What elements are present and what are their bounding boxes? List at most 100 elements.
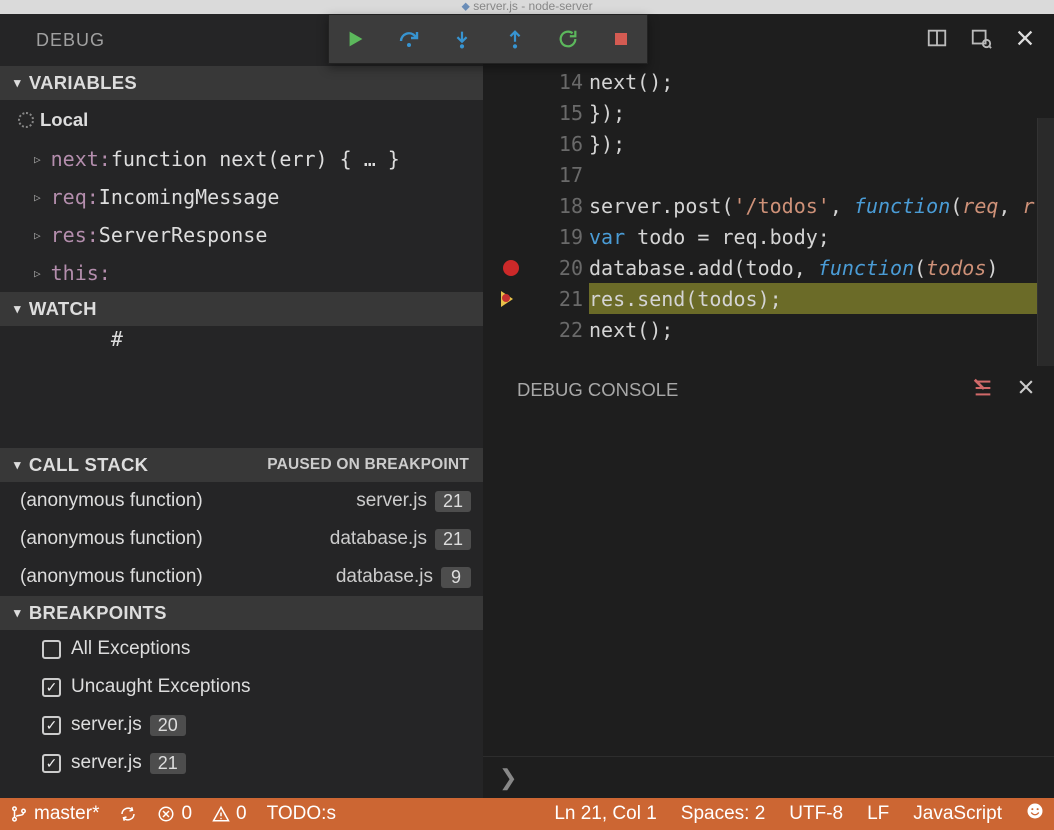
warning-count: 0 [236, 803, 247, 825]
breakpoint-row[interactable]: server.js21 [0, 744, 483, 782]
line-number: 21 [533, 287, 589, 311]
close-panel-icon[interactable] [1016, 377, 1036, 404]
debug-console-output[interactable] [483, 414, 1054, 756]
code-editor[interactable]: 14 next();15 });16 });1718 server.post('… [483, 66, 1054, 366]
breakpoint-label: Uncaught Exceptions [71, 676, 251, 698]
encoding-status[interactable]: UTF-8 [789, 803, 843, 825]
callstack-frame[interactable]: (anonymous function)database.js9 [0, 558, 483, 596]
debug-console-input[interactable]: ❯ [483, 756, 1054, 798]
callstack-status: PAUSED ON BREAKPOINT [267, 456, 469, 474]
step-out-button[interactable] [503, 27, 527, 51]
variable-row[interactable]: ▷this: # [0, 254, 483, 292]
minimap[interactable] [1037, 118, 1054, 366]
restart-button[interactable] [556, 27, 580, 51]
current-line-marker-icon [501, 291, 521, 307]
variables-section-header[interactable]: ▾ VARIABLES [0, 66, 483, 100]
code-line[interactable]: 19 var todo = req.body; [483, 221, 1054, 252]
line-number: 20 [533, 256, 589, 280]
code-text: next(); [589, 314, 1054, 345]
breakpoint-dot-icon[interactable] [503, 260, 519, 276]
code-text: var todo = req.body; [589, 221, 1054, 252]
breakpoint-row[interactable]: Uncaught Exceptions [0, 668, 483, 706]
line-number: 14 [533, 70, 589, 94]
variable-name: res [51, 223, 87, 247]
line-number: 19 [533, 225, 589, 249]
breakpoints-section-header[interactable]: ▾ BREAKPOINTS [0, 596, 483, 630]
variable-name: req [51, 185, 87, 209]
twisty-icon: ▷ [34, 267, 41, 280]
breakpoint-row[interactable]: server.js 20 [0, 706, 483, 744]
code-line[interactable]: 18 server.post('/todos', function(req, r [483, 190, 1054, 221]
twisty-icon: ▷ [34, 229, 41, 242]
callstack-frame[interactable]: (anonymous function)database.js21 [0, 520, 483, 558]
continue-button[interactable] [344, 27, 368, 51]
code-text: }); [589, 97, 1054, 128]
code-line[interactable]: 17 [483, 159, 1054, 190]
editor-area: 14 next();15 });16 });1718 server.post('… [483, 14, 1054, 798]
window-title-bar: ⬥ server.js - node-server [0, 0, 1054, 14]
frame-file: database.js [336, 566, 433, 588]
code-line[interactable]: 15 }); [483, 97, 1054, 128]
step-into-button[interactable] [450, 27, 474, 51]
split-editor-icon[interactable] [926, 27, 948, 54]
frame-file: database.js [330, 528, 427, 550]
code-line[interactable]: 16 }); [483, 128, 1054, 159]
step-over-button[interactable] [397, 27, 421, 51]
frame-file: server.js [356, 490, 427, 512]
code-line[interactable]: 22 next(); [483, 314, 1054, 345]
indentation-status[interactable]: Spaces: 2 [681, 803, 766, 825]
line-number: 22 [533, 318, 589, 342]
todos-status[interactable]: TODO:s [267, 803, 336, 825]
warnings-status[interactable]: 0 [212, 803, 247, 825]
watch-section-header[interactable]: ▾ WATCH [0, 292, 483, 326]
code-line[interactable]: 20 database.add(todo, function(todos) [483, 252, 1054, 283]
breakpoints-label: BREAKPOINTS [29, 602, 167, 624]
line-number: 17 [533, 163, 589, 187]
cursor-position[interactable]: Ln 21, Col 1 [554, 803, 656, 825]
loading-spinner-icon [18, 112, 34, 128]
debug-sidebar: DEBUG Launch ▾ VARIABLES Local ▷next: fu… [0, 14, 483, 798]
variable-name: next [51, 147, 99, 171]
twisty-icon: ▷ [34, 191, 41, 204]
errors-status[interactable]: 0 [157, 803, 192, 825]
close-editor-icon[interactable] [1014, 27, 1036, 54]
breakpoint-line: 20 [150, 715, 186, 736]
error-count: 0 [181, 803, 192, 825]
breakpoint-checkbox[interactable] [42, 678, 61, 697]
feedback-smiley-icon[interactable] [1026, 802, 1044, 826]
clear-console-icon[interactable] [972, 377, 994, 404]
chevron-down-icon: ▾ [14, 457, 21, 473]
debug-action-toolbar[interactable] [328, 14, 648, 64]
variable-value: function next(err) { … } [111, 147, 400, 171]
branch-name: master* [34, 803, 99, 825]
chevron-down-icon: ▾ [14, 605, 21, 621]
line-number: 18 [533, 194, 589, 218]
stop-button[interactable] [609, 27, 633, 51]
breakpoint-line: 21 [150, 753, 186, 774]
code-text [589, 159, 1054, 190]
callstack-section-header[interactable]: ▾ CALL STACK PAUSED ON BREAKPOINT [0, 448, 483, 482]
code-line[interactable]: 21 res.send(todos); [483, 283, 1054, 314]
callstack-frame[interactable]: (anonymous function)server.js21 [0, 482, 483, 520]
watch-label: WATCH [29, 298, 97, 320]
sync-status[interactable] [119, 805, 137, 823]
chevron-down-icon: ▾ [14, 75, 21, 91]
debug-console-title: DEBUG CONSOLE [517, 379, 678, 401]
variable-row[interactable]: ▷next: function next(err) { … } [0, 140, 483, 178]
breakpoint-label: server.js [71, 714, 142, 736]
show-preview-icon[interactable] [970, 27, 992, 54]
code-line[interactable]: 14 next(); [483, 66, 1054, 97]
callstack-label: CALL STACK [29, 454, 148, 476]
breakpoint-row[interactable]: All Exceptions [0, 630, 483, 668]
breakpoint-checkbox[interactable] [42, 640, 61, 659]
code-text: }); [589, 128, 1054, 159]
variables-scope-local[interactable]: Local [0, 100, 483, 140]
twisty-icon: ▷ [34, 153, 41, 166]
breakpoint-checkbox[interactable] [42, 754, 61, 773]
git-branch-status[interactable]: master* [10, 803, 99, 825]
frame-line: 21 [435, 491, 471, 512]
eol-status[interactable]: LF [867, 803, 889, 825]
breakpoint-label: All Exceptions [71, 638, 190, 660]
language-mode[interactable]: JavaScript [913, 803, 1002, 825]
breakpoint-checkbox[interactable] [42, 716, 61, 735]
